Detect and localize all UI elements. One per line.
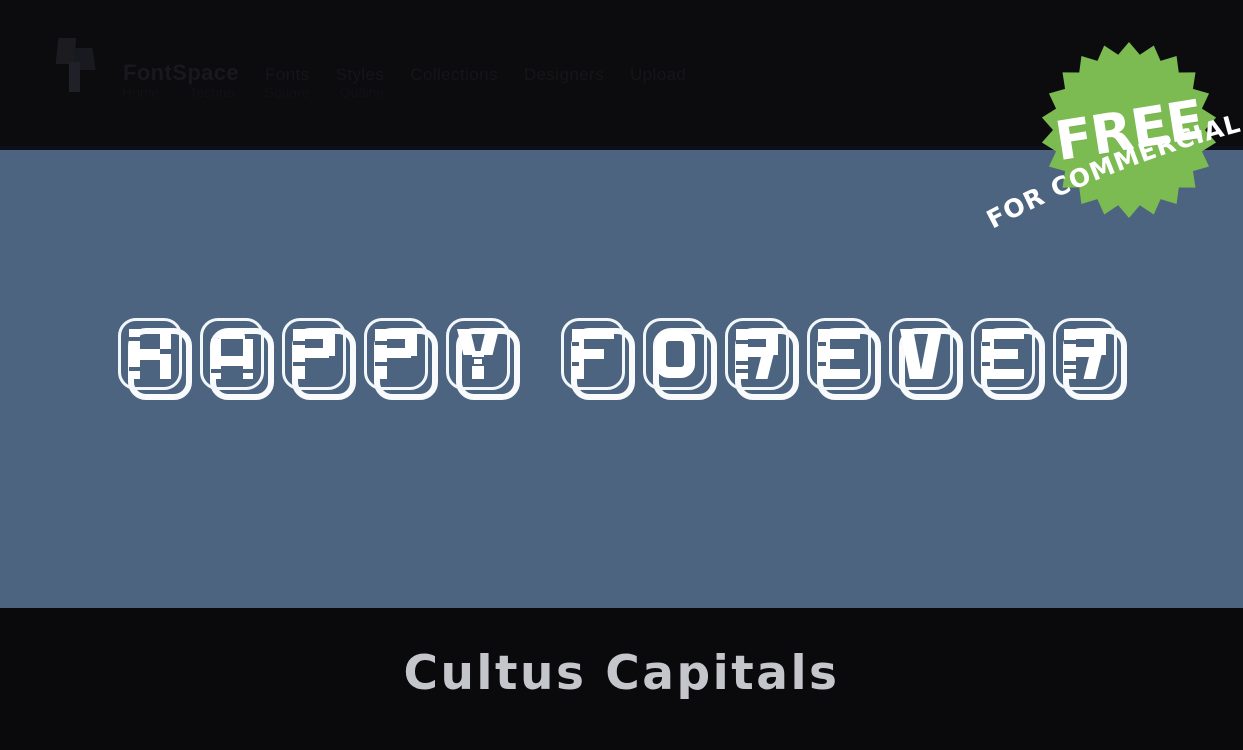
glyph-V	[900, 329, 942, 379]
glyph-A	[211, 329, 253, 379]
font-preview-page: FontSpace Fonts Styles Collections Desig…	[0, 0, 1243, 750]
site-logo-icon[interactable]	[55, 36, 101, 92]
glyph-tile	[282, 318, 357, 403]
glyph-tile	[971, 318, 1046, 403]
glyph-tile	[889, 318, 964, 403]
glyph-E	[982, 329, 1024, 379]
nav-item-collections[interactable]: Collections	[410, 65, 498, 85]
glyph-tile	[725, 318, 800, 403]
sample-text-row	[118, 318, 1135, 403]
glyph-tile	[118, 318, 193, 403]
glyph-tile	[561, 318, 636, 403]
glyph-tile	[200, 318, 275, 403]
breadcrumb: Home Techno Square Outline	[122, 84, 384, 100]
glyph-tile	[643, 318, 718, 403]
font-name-title: Cultus Capitals	[403, 646, 840, 701]
glyph-O	[654, 329, 696, 379]
font-sample-stage	[0, 150, 1243, 608]
glyph-E	[818, 329, 860, 379]
glyph-P	[293, 329, 335, 379]
primary-nav: FontSpace Fonts Styles Collections Desig…	[123, 42, 686, 86]
glyph-tile	[446, 318, 521, 403]
nav-item-designers[interactable]: Designers	[524, 65, 604, 85]
glyph-Y	[457, 329, 499, 379]
glyph-tile	[364, 318, 439, 403]
glyph-F	[572, 329, 614, 379]
glyph-tile	[807, 318, 882, 403]
nav-item-styles[interactable]: Styles	[336, 65, 385, 85]
breadcrumb-item-outline[interactable]: Outline	[340, 84, 384, 100]
nav-item-fonts[interactable]: Fonts	[265, 65, 310, 85]
free-for-commercial-use-badge: FREE FOR COMMERCIAL USE	[969, 42, 1243, 234]
starburst-shape	[1041, 42, 1217, 218]
breadcrumb-item-square[interactable]: Square	[265, 84, 310, 100]
nav-item-upload[interactable]: Upload	[630, 65, 686, 85]
brand-wordmark[interactable]: FontSpace	[123, 60, 239, 86]
glyph-R	[736, 329, 778, 379]
breadcrumb-item-home[interactable]: Home	[122, 84, 159, 100]
footer-bar: Cultus Capitals	[0, 608, 1243, 750]
glyph-tile	[1053, 318, 1128, 403]
glyph-R	[1064, 329, 1106, 379]
glyph-H	[129, 329, 171, 379]
breadcrumb-item-techno[interactable]: Techno	[189, 84, 234, 100]
glyph-P	[375, 329, 417, 379]
